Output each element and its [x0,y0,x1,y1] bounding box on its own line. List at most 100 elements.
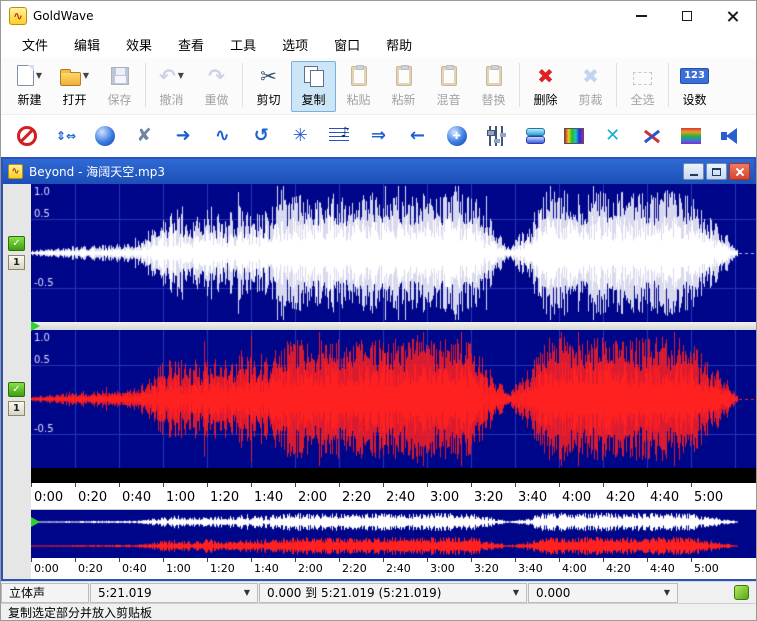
selection-marker-strip[interactable] [31,468,756,483]
dropdown-arrow-icon[interactable]: ▼ [83,71,89,80]
back-arrow-icon: ← [410,127,425,145]
chevron-down-icon[interactable]: ▼ [238,588,250,597]
status-selection-dropdown[interactable]: 0.000 到 5:21.019 (5:21.019) ▼ [259,583,527,603]
effect-button-rainbow[interactable] [677,121,705,151]
effect-button-pills[interactable] [521,121,549,151]
chevron-down-icon[interactable]: ▼ [658,588,670,597]
axis-tick [163,483,164,487]
menu-file[interactable]: 文件 [9,31,61,58]
toolbar-button-paste[interactable]: 粘贴 [336,61,381,112]
minimize-button[interactable] [618,1,664,31]
toolbar-button-set-number[interactable]: 123设数 [672,61,717,112]
effect-button-spectrum[interactable] [560,121,588,151]
right-channel-waveform[interactable] [31,330,756,468]
left-channel-number-button[interactable]: 1 [8,255,25,270]
axis-tick [559,558,560,562]
effect-button-pan-ball[interactable] [443,121,471,151]
effect-button-resize-arrows[interactable]: ⇕⇔ [52,121,80,151]
effect-button-zoom-ball[interactable] [91,121,119,151]
right-channel-number-button[interactable]: 1 [8,401,25,416]
overview-position-marker-icon[interactable] [31,517,40,527]
overview-waveform[interactable] [31,510,756,558]
toolbar-button-label: 粘新 [391,91,415,108]
maximize-button[interactable] [664,1,710,31]
toolbar-separator [242,63,243,107]
toolbar-button-mix[interactable]: 混音 [426,61,471,112]
toolbar-button-copy[interactable]: 复制 [291,61,336,112]
menu-window[interactable]: 窗口 [321,31,373,58]
window-controls [618,1,756,31]
effect-button-smooth-x[interactable]: ✕ [599,121,627,151]
effect-button-loop[interactable]: ↺ [247,121,275,151]
toolbar-button-select-all[interactable]: 全选 [620,61,665,112]
time-label: 4:00 [562,562,587,575]
menu-options[interactable]: 选项 [269,31,321,58]
menu-tools[interactable]: 工具 [217,31,269,58]
document-title-bar[interactable]: ∿ Beyond - 海阔天空.mp3 [3,159,754,184]
axis-tick [647,558,648,562]
goldwave-window: ∿ GoldWave 文件编辑效果查看工具选项窗口帮助 ▼新建▼打开保存↶▼撤消… [0,0,757,621]
effect-button-wave[interactable]: ∿ [208,121,236,151]
toolbar-button-paste-new[interactable]: 粘新 [381,61,426,112]
right-channel-enable-button[interactable]: ✓ [8,382,25,397]
document-minimize-button[interactable] [683,163,704,180]
axis-tick [647,483,648,487]
effect-button-forward-arrow[interactable]: ⇒ [364,121,392,151]
time-label: 0:40 [122,562,147,575]
status-tray-icon [734,585,749,600]
paste-icon [351,66,367,86]
mix-icon [441,66,457,86]
menu-view[interactable]: 查看 [165,31,217,58]
axis-tick [75,483,76,487]
effect-button-no-entry[interactable] [13,121,41,151]
effect-button-crossfade[interactable] [638,121,666,151]
toolbar-button-redo[interactable]: ↷重做 [194,61,239,112]
axis-tick [559,483,560,487]
left-channel-waveform[interactable] [31,184,756,322]
document-maximize-button[interactable] [706,163,727,180]
document-close-button[interactable] [729,163,750,180]
time-label: 3:40 [518,490,547,505]
time-label: 5:00 [694,562,719,575]
toolbar-button-delete[interactable]: ✖删除 [523,61,568,112]
close-button[interactable] [710,1,756,31]
play-position-marker-icon[interactable] [31,321,40,331]
effect-button-back-arrow[interactable]: ← [403,121,431,151]
effect-button-mechanize[interactable]: ✳ [286,121,314,151]
effect-button-speaker[interactable] [716,121,744,151]
axis-tick [75,558,76,562]
effect-button-tool-x[interactable]: ✘ [130,121,158,151]
effect-button-cue-note[interactable] [325,121,353,151]
toolbar-button-label: 替换 [481,91,505,108]
toolbar-button-replace[interactable]: 替换 [471,61,516,112]
chevron-down-icon[interactable]: ▼ [507,588,519,597]
select-all-icon [633,72,652,85]
check-icon: ✓ [12,384,20,395]
dropdown-arrow-icon[interactable]: ▼ [36,71,42,80]
axis-tick [515,558,516,562]
status-position-dropdown[interactable]: 0.000 ▼ [528,583,678,603]
spectrum-icon [564,128,584,144]
effect-button-equalizer[interactable] [482,121,510,151]
left-channel-enable-button[interactable]: ✓ [8,236,25,251]
time-label: 2:40 [386,562,411,575]
document-title: Beyond - 海阔天空.mp3 [29,163,165,180]
toolbar-button-save[interactable]: 保存 [97,61,142,112]
menu-help[interactable]: 帮助 [373,31,425,58]
menu-effects[interactable]: 效果 [113,31,165,58]
toolbar-button-new[interactable]: ▼新建 [7,61,52,112]
time-label: 2:00 [298,562,323,575]
dropdown-arrow-icon[interactable]: ▼ [178,71,184,80]
effect-button-goto-arrow[interactable]: ➜ [169,121,197,151]
paste-new-icon [396,66,412,86]
toolbar-button-trim[interactable]: ✖剪裁 [568,61,613,112]
status-bar: 立体声 5:21.019 ▼ 0.000 到 5:21.019 (5:21.01… [1,581,756,603]
menu-edit[interactable]: 编辑 [61,31,113,58]
mdi-area: ∿ Beyond - 海阔天空.mp3 ✓ 1 ✓ 1 [1,157,756,581]
toolbar-button-open[interactable]: ▼打开 [52,61,97,112]
toolbar-button-undo[interactable]: ↶▼撤消 [149,61,194,112]
status-length-dropdown[interactable]: 5:21.019 ▼ [90,583,258,603]
toolbar-button-cut[interactable]: ✂剪切 [246,61,291,112]
time-label: 2:00 [298,490,327,505]
channel-number: 1 [13,403,20,414]
